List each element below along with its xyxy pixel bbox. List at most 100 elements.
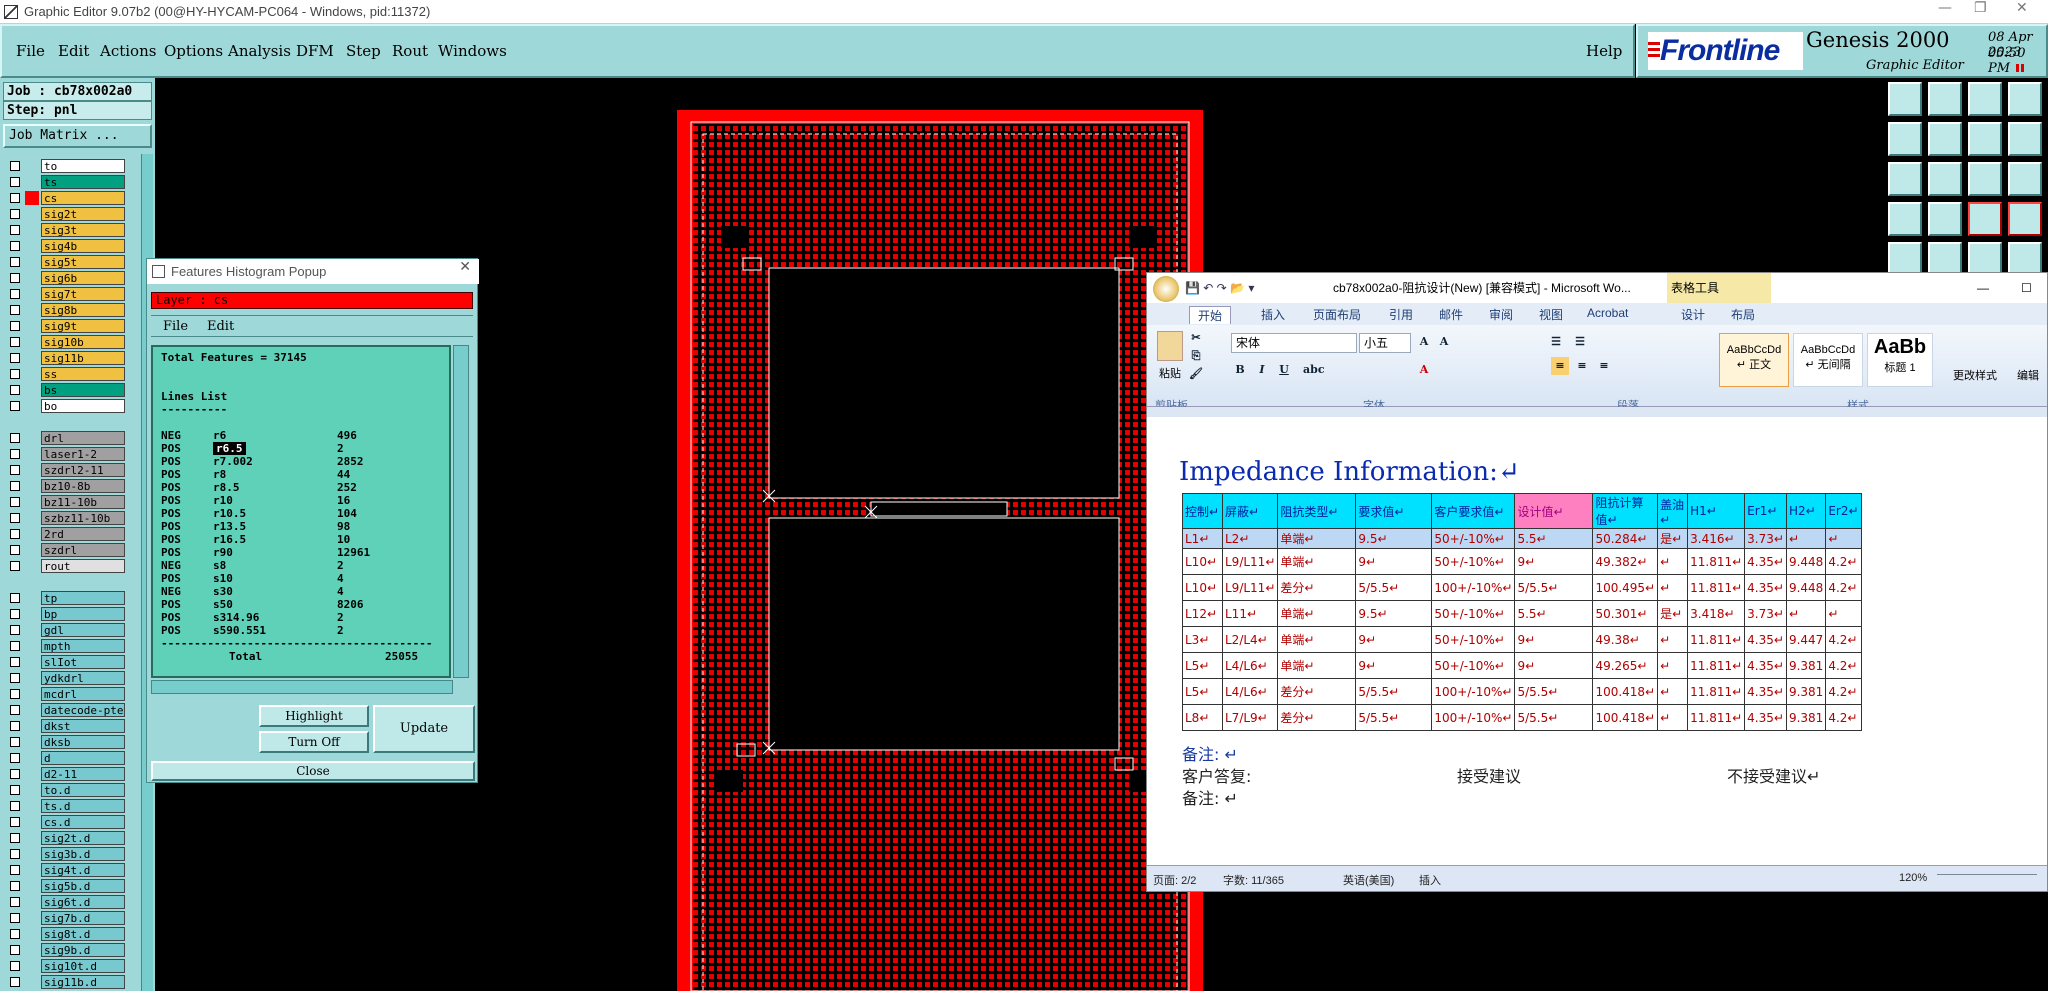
numbering-icon[interactable]: ☰	[1571, 333, 1589, 351]
copy-icon[interactable]: ⎘	[1187, 347, 1205, 365]
table-cell[interactable]: 5/5.5↵	[1514, 574, 1594, 601]
layer-name[interactable]: sig4t.d	[41, 863, 125, 877]
table-cell[interactable]: 100.418↵	[1592, 704, 1659, 731]
layer-checkbox[interactable]	[10, 641, 20, 651]
layer-checkbox[interactable]	[10, 513, 20, 523]
layer-name[interactable]: sig11b.d	[41, 975, 125, 989]
layer-checkbox[interactable]	[10, 977, 20, 987]
menu-rout[interactable]: Rout	[392, 42, 428, 60]
layer-row[interactable]: ts.d	[3, 798, 143, 814]
cut-icon[interactable]: ✂	[1187, 329, 1205, 347]
tool-half-icon[interactable]	[1968, 162, 2002, 196]
table-cell[interactable]: L1↵	[1182, 528, 1223, 549]
tab-mailings[interactable]: 邮件	[1439, 306, 1463, 323]
tool-snap-icon[interactable]	[1968, 122, 2002, 156]
layer-row[interactable]: ss	[3, 366, 143, 382]
layer-name[interactable]: sig9b.d	[41, 943, 125, 957]
table-cell[interactable]: 4.2↵	[1825, 548, 1862, 575]
layer-row[interactable]: sig5b.d	[3, 878, 143, 894]
restore-icon[interactable]: ❐	[1974, 0, 1987, 16]
table-cell[interactable]: L2/L4↵	[1221, 626, 1279, 653]
histogram-row[interactable]: POS r10.5 104	[161, 507, 449, 520]
layer-row[interactable]: gdl	[3, 622, 143, 638]
table-header-cell[interactable]: 阻抗类型↵	[1277, 493, 1357, 529]
table-cell[interactable]: ↵	[1657, 626, 1689, 653]
layer-name[interactable]: ts	[41, 175, 125, 189]
table-cell[interactable]: 4.35↵	[1744, 548, 1787, 575]
layer-checkbox[interactable]	[10, 401, 20, 411]
table-row[interactable]: L3↵ L2/L4↵ 单端↵ 9↵ 50+/-10%↵ 9↵ 49.38↵ ↵ 11.811↵ 4…	[1182, 626, 1862, 653]
layer-checkbox[interactable]	[10, 593, 20, 603]
layer-name[interactable]: to	[41, 159, 125, 173]
tool-pad-icon[interactable]	[2008, 242, 2042, 276]
layer-row[interactable]: dksb	[3, 734, 143, 750]
table-cell[interactable]: 9↵	[1355, 626, 1433, 653]
layer-checkbox[interactable]	[10, 913, 20, 923]
tool-help-icon[interactable]	[2008, 162, 2042, 196]
layer-name[interactable]: mpth	[41, 639, 125, 653]
table-cell[interactable]: 49.382↵	[1592, 548, 1659, 575]
histogram-row[interactable]: POS r16.5 10	[161, 533, 449, 546]
layer-row[interactable]: ts	[3, 174, 143, 190]
table-cell[interactable]: L9/L11↵	[1221, 574, 1279, 601]
menu-file[interactable]: File	[16, 42, 45, 60]
layer-checkbox[interactable]	[10, 961, 20, 971]
layer-row[interactable]: bp	[3, 606, 143, 622]
align-right-icon[interactable]: ≡	[1595, 357, 1613, 375]
layer-checkbox[interactable]	[10, 545, 20, 555]
layer-checkbox[interactable]	[10, 353, 20, 363]
office-button-icon[interactable]	[1153, 276, 1179, 302]
tool-line-icon[interactable]	[1968, 242, 2002, 276]
layer-name[interactable]: d2-11	[41, 767, 125, 781]
layer-checkbox[interactable]	[10, 673, 20, 683]
table-cell[interactable]: 3.73↵	[1744, 528, 1787, 549]
layer-checkbox[interactable]	[10, 753, 20, 763]
layer-checkbox[interactable]	[10, 433, 20, 443]
layer-checkbox[interactable]	[10, 945, 20, 955]
table-cell[interactable]: 49.38↵	[1592, 626, 1659, 653]
change-styles-button[interactable]: 更改样式	[1953, 367, 1997, 383]
page-indicator[interactable]: 页面: 2/2	[1153, 872, 1196, 888]
popup-close-icon[interactable]: ✕	[459, 259, 471, 275]
tool-layers-icon[interactable]	[2008, 82, 2042, 116]
table-cell[interactable]: L5↵	[1182, 652, 1223, 679]
table-row[interactable]: L5↵ L4/L6↵ 差分↵ 5/5.5↵ 100+/-10%↵ 5/5.5↵ 100.41…	[1182, 678, 1862, 705]
tab-insert[interactable]: 插入	[1261, 306, 1285, 323]
layer-checkbox[interactable]	[10, 161, 20, 171]
layer-row[interactable]: sig4t.d	[3, 862, 143, 878]
layer-name[interactable]: sig7b.d	[41, 911, 125, 925]
layer-row[interactable]: datecode-pte	[3, 702, 143, 718]
tool-load-icon[interactable]	[1888, 82, 1922, 116]
table-cell[interactable]: 50.284↵	[1592, 528, 1659, 549]
style-heading-1[interactable]: AaBb 标题 1	[1867, 333, 1933, 387]
table-cell[interactable]: ↵	[1825, 600, 1862, 627]
table-cell[interactable]: 是↵	[1657, 600, 1689, 627]
histogram-row[interactable]: POS r7.002 2852	[161, 455, 449, 468]
histogram-row[interactable]: POS r13.5 98	[161, 520, 449, 533]
layer-name[interactable]: bs	[41, 383, 125, 397]
histogram-row[interactable]: POS s590.551 2	[161, 624, 449, 637]
table-cell[interactable]: 50+/-10%↵	[1431, 528, 1516, 549]
layer-name[interactable]: sig10b	[41, 335, 125, 349]
table-cell[interactable]: 9.381	[1785, 678, 1827, 705]
tool-back-icon[interactable]	[1888, 122, 1922, 156]
font-size-box[interactable]: 小五	[1359, 333, 1411, 353]
table-cell[interactable]: 50+/-10%↵	[1431, 548, 1516, 575]
close-icon[interactable]: ✕	[2016, 0, 2028, 16]
layer-name[interactable]: bz11-10b	[41, 495, 125, 509]
quick-access-icons[interactable]: 💾 ↶ ↷ 📂 ▾	[1185, 273, 1254, 303]
table-row[interactable]: L12↵ L11↵ 单端↵ 9.5↵ 50+/-10%↵ 5.5↵ 50.301↵ 是↵ 3.4…	[1182, 600, 1862, 627]
layer-row[interactable]: sig6t.d	[3, 894, 143, 910]
histogram-row[interactable]: NEG s8 2	[161, 559, 449, 572]
table-cell[interactable]: 是↵	[1657, 528, 1689, 549]
zoom-slider[interactable]	[1937, 874, 2037, 882]
table-cell[interactable]: L4/L6↵	[1221, 652, 1279, 679]
layer-checkbox[interactable]	[10, 465, 20, 475]
layer-name[interactable]: sig5b.d	[41, 879, 125, 893]
layer-name[interactable]: sig9t	[41, 319, 125, 333]
table-cell[interactable]: ↵	[1785, 528, 1827, 549]
layer-checkbox[interactable]	[10, 225, 20, 235]
shrink-font-icon[interactable]: A	[1435, 333, 1453, 351]
layer-row[interactable]: d2-11	[3, 766, 143, 782]
table-cell[interactable]: 11.811↵	[1687, 574, 1746, 601]
